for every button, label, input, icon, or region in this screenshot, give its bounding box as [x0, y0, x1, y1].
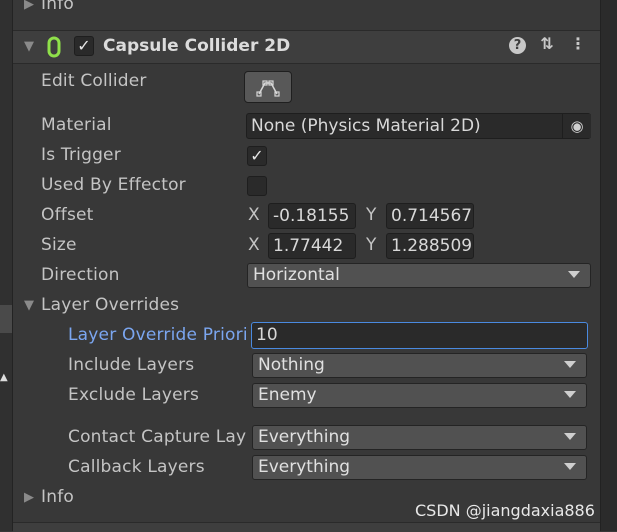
material-field[interactable]: None (Physics Material 2D) — [246, 113, 591, 139]
is-trigger-label: Is Trigger — [41, 145, 121, 165]
include-layers-value: Nothing — [258, 355, 325, 375]
scrollbar[interactable] — [600, 0, 617, 531]
contact-capture-layers-value: Everything — [258, 427, 351, 447]
size-label: Size — [41, 235, 77, 255]
direction-label: Direction — [41, 265, 120, 285]
layer-override-priority-label: Layer Override Priori — [68, 325, 246, 345]
edit-collider-label: Edit Collider — [41, 71, 147, 91]
layer-overrides-label[interactable]: Layer Overrides — [41, 295, 179, 315]
component-foldout-icon[interactable]: ▼ — [24, 39, 34, 54]
size-x-label[interactable]: X — [248, 235, 260, 255]
material-label: Material — [41, 115, 112, 135]
info-top-label[interactable]: Info — [41, 0, 74, 14]
capsule-collider-icon — [47, 36, 61, 58]
object-picker-icon[interactable]: ◉ — [562, 114, 591, 138]
offset-x-field[interactable]: -0.18155 — [268, 203, 356, 229]
chevron-down-icon — [564, 433, 576, 440]
callback-layers-value: Everything — [258, 457, 351, 477]
is-trigger-checkbox[interactable]: ✓ — [247, 146, 267, 166]
exclude-layers-dropdown[interactable]: Enemy — [252, 383, 587, 408]
offset-y-field[interactable]: 0.714567 — [386, 203, 474, 229]
more-options-icon[interactable]: ⋮ — [570, 34, 586, 53]
left-panel-strip: ▲ — [0, 0, 13, 531]
offset-label: Offset — [41, 205, 94, 225]
help-icon[interactable]: ? — [509, 37, 526, 54]
left-panel-tab — [0, 305, 12, 333]
size-y-field[interactable]: 1.288509 — [386, 233, 474, 259]
layer-overrides-foldout-icon[interactable]: ▼ — [24, 298, 34, 313]
chevron-down-icon — [568, 271, 580, 278]
direction-value: Horizontal — [253, 265, 340, 285]
material-value: None (Physics Material 2D) — [251, 116, 481, 136]
presets-icon[interactable]: ⇅ — [538, 34, 556, 53]
used-by-effector-checkbox[interactable] — [247, 176, 267, 196]
info-bottom-label[interactable]: Info — [41, 487, 74, 507]
chevron-down-icon — [564, 463, 576, 470]
component-title: Capsule Collider 2D — [103, 36, 291, 56]
chevron-down-icon — [564, 361, 576, 368]
info-bottom-foldout-icon[interactable]: ▶ — [24, 490, 34, 505]
used-by-effector-label: Used By Effector — [41, 175, 186, 195]
exclude-layers-value: Enemy — [258, 385, 317, 405]
include-layers-label: Include Layers — [68, 355, 195, 375]
size-x-field[interactable]: 1.77442 — [268, 233, 356, 259]
chevron-down-icon — [564, 391, 576, 398]
offset-y-label[interactable]: Y — [366, 205, 376, 225]
contact-capture-layers-dropdown[interactable]: Everything — [252, 425, 587, 450]
exclude-layers-label: Exclude Layers — [68, 385, 200, 405]
include-layers-dropdown[interactable]: Nothing — [252, 353, 587, 378]
edit-collider-button[interactable] — [244, 71, 292, 103]
offset-x-label[interactable]: X — [248, 205, 260, 225]
component-enabled-checkbox[interactable]: ✓ — [74, 36, 94, 56]
layer-override-priority-field[interactable]: 10 — [251, 322, 588, 349]
callback-layers-dropdown[interactable]: Everything — [252, 455, 587, 480]
left-panel-arrow-icon: ▲ — [0, 372, 8, 383]
direction-dropdown[interactable]: Horizontal — [247, 263, 591, 288]
callback-layers-label: Callback Layers — [68, 457, 205, 477]
info-top-foldout-icon[interactable]: ▶ — [24, 0, 34, 12]
edit-collider-icon — [256, 80, 280, 97]
contact-capture-layers-label: Contact Capture Lay — [68, 427, 246, 447]
size-y-label[interactable]: Y — [366, 235, 376, 255]
watermark: CSDN @jiangdaxia886 — [415, 501, 595, 520]
